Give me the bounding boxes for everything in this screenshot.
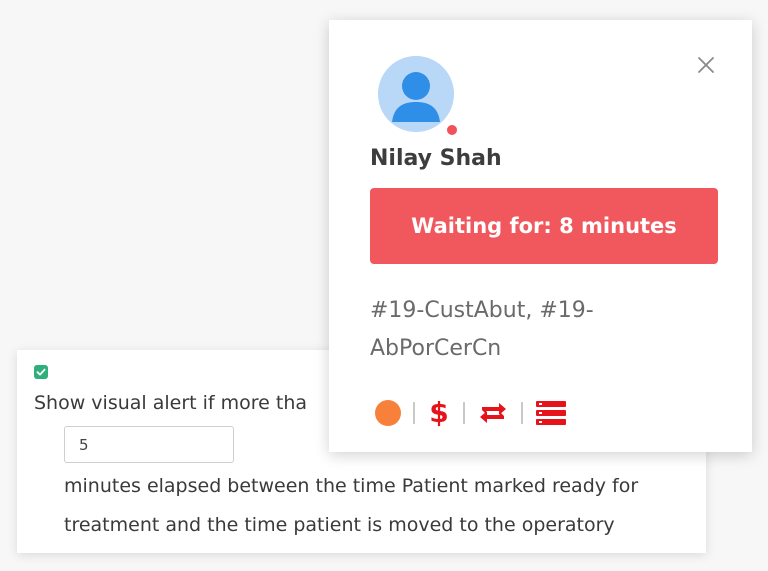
icon-separator (413, 402, 415, 424)
details-list-button[interactable] (535, 400, 567, 426)
patient-avatar (378, 56, 454, 132)
patient-waiting-popup: Nilay Shah Waiting for: 8 minutes #19-Cu… (329, 20, 752, 452)
close-icon (698, 57, 714, 73)
recurring-button[interactable] (477, 401, 509, 425)
icon-separator (463, 402, 465, 424)
billing-button[interactable]: $ (427, 398, 451, 428)
procedure-codes: #19-CustAbut, #19-AbPorCerCn (370, 298, 594, 361)
minutes-threshold-input[interactable] (64, 426, 234, 463)
status-dot-button[interactable] (375, 400, 401, 426)
status-dot-icon (375, 400, 401, 426)
alert-description-line-1: minutes elapsed between the time Patient… (64, 475, 639, 497)
icon-separator (521, 402, 523, 424)
alert-description-line-2: treatment and the time patient is moved … (64, 514, 615, 536)
close-button[interactable] (695, 54, 717, 76)
user-avatar-icon (378, 56, 454, 132)
visual-alert-label: Show visual alert if more tha (34, 392, 308, 414)
repeat-icon (480, 403, 506, 423)
waiting-time-banner: Waiting for: 8 minutes (370, 188, 718, 264)
dollar-icon: $ (429, 396, 449, 429)
visual-alert-checkbox[interactable] (34, 365, 48, 379)
list-icon (536, 401, 566, 425)
online-status-dot (445, 123, 459, 137)
patient-name: Nilay Shah (370, 146, 502, 171)
patient-action-icons: $ (375, 398, 567, 428)
checkmark-icon (36, 368, 46, 376)
